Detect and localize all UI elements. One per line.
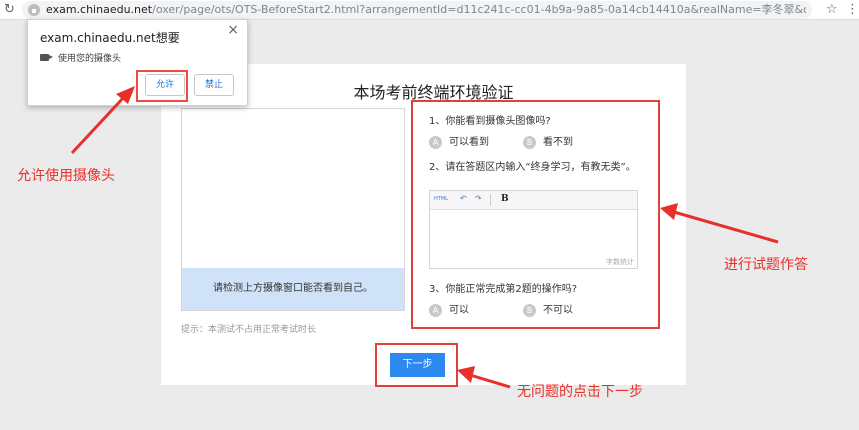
arrow-to-allow	[70, 94, 127, 155]
annotation-answer-questions: 进行试题作答	[724, 257, 808, 273]
annotation-click-next: 无问题的点击下一步	[517, 384, 643, 400]
annotation-arrows	[70, 86, 779, 389]
arrow-to-next	[469, 373, 511, 389]
arrow-to-questions	[673, 210, 779, 244]
annotation-allow-camera: 允许使用摄像头	[17, 168, 115, 184]
arrow-head-next	[457, 366, 475, 383]
arrow-head-questions	[660, 203, 678, 220]
